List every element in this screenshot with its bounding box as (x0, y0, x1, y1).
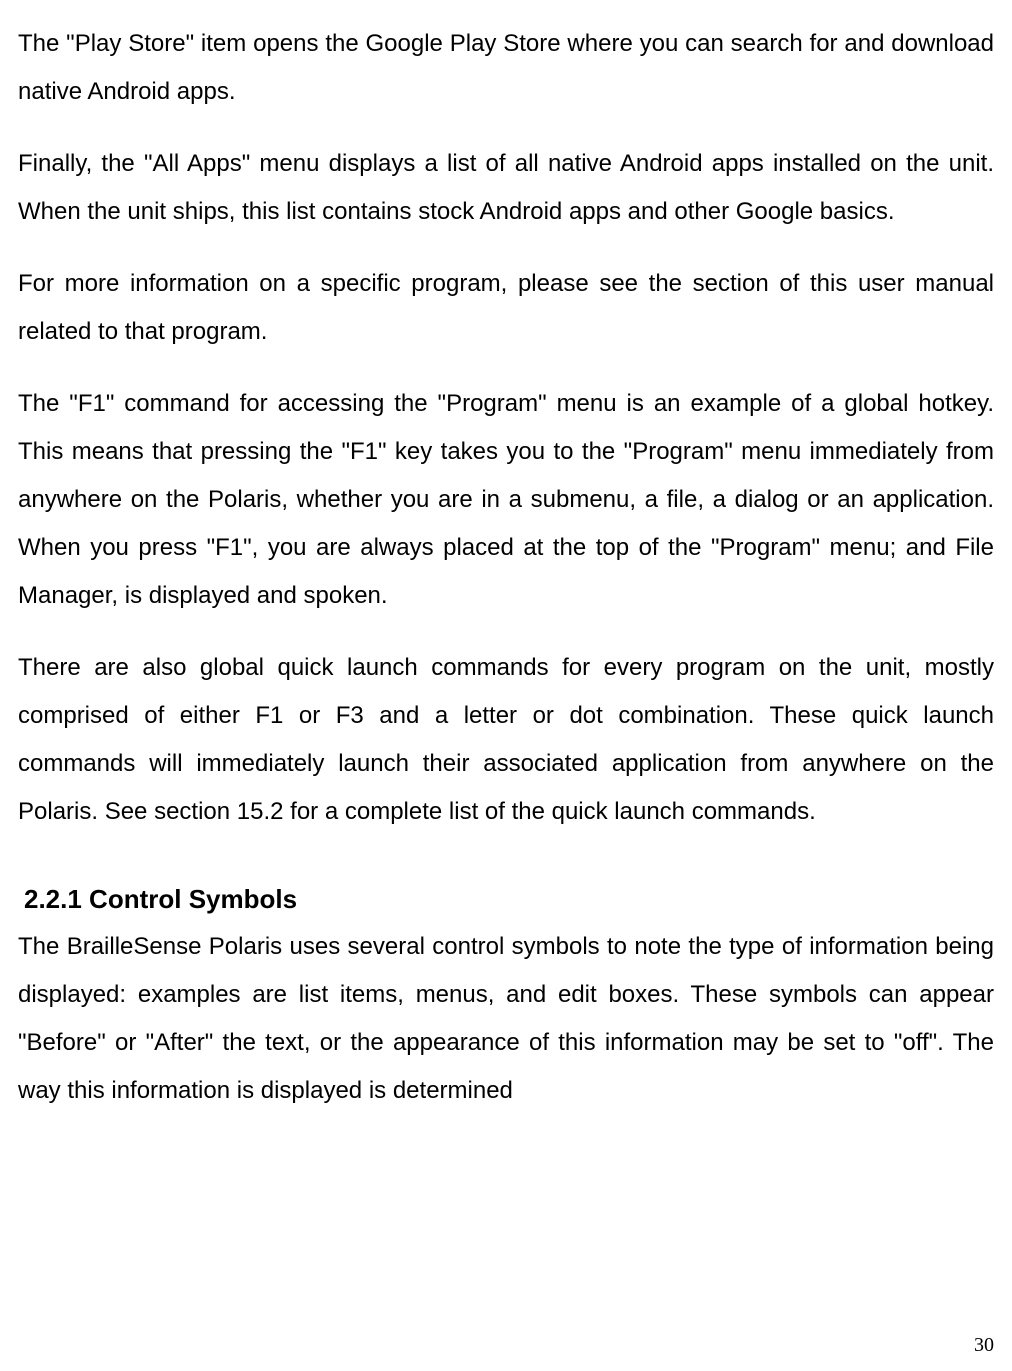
page-number: 30 (974, 1334, 994, 1357)
body-paragraph: The BrailleSense Polaris uses several co… (18, 923, 994, 1115)
body-paragraph: There are also global quick launch comma… (18, 644, 994, 836)
body-paragraph: The "F1" command for accessing the "Prog… (18, 380, 994, 620)
section-heading: 2.2.1 Control Symbols (18, 884, 994, 915)
body-paragraph: The "Play Store" item opens the Google P… (18, 20, 994, 116)
body-paragraph: For more information on a specific progr… (18, 260, 994, 356)
body-paragraph: Finally, the "All Apps" menu displays a … (18, 140, 994, 236)
